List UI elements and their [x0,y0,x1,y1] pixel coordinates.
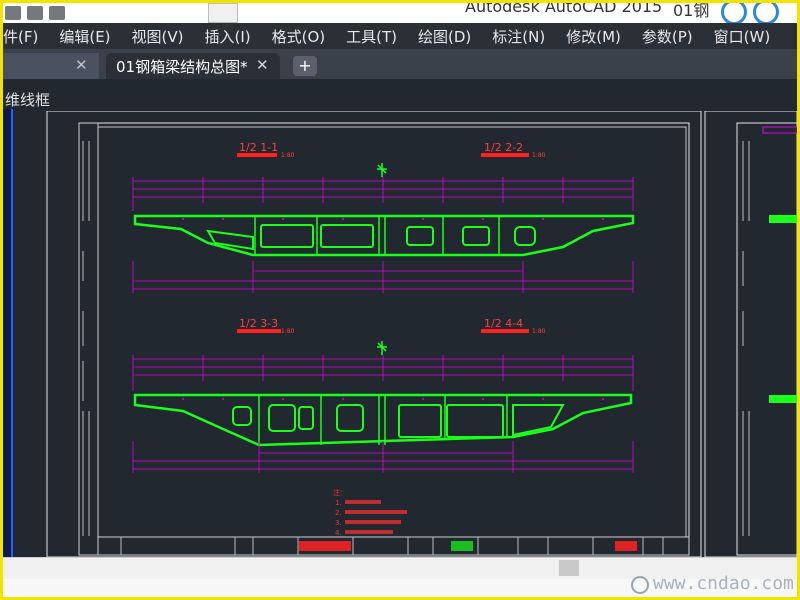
section-title: 1/2 2-2 [484,141,523,154]
section-title: 1/2 1-1 [239,141,278,154]
menu-insert[interactable]: 插入(I) [205,26,251,47]
centerline-symbol [377,163,387,177]
menu-view[interactable]: 视图(V) [132,26,184,47]
workspace-dropdown[interactable] [208,3,238,23]
section-row-1: 1/2 1-1 1:80 1/2 2-2 1:80 [132,141,635,293]
note-item: 4. [335,529,342,537]
drawing-notes: 注： 1. 2. 3. 4. [333,488,407,537]
tab-label: 01钢箱梁结构总图* [116,58,248,76]
note-item: 1. [335,499,342,507]
centerline-symbol [377,341,387,355]
visual-style-label[interactable]: 维线框 [5,89,50,110]
dimension-lines-bottom [132,441,634,473]
section-scale: 1:80 [532,152,546,159]
cad-drawing[interactable]: 1/2 1-1 1:80 1/2 2-2 1:80 1/2 3-3 1:80 1… [3,111,797,557]
section-title-bar [237,329,281,333]
title-block-drawing-name [299,541,351,551]
menu-window[interactable]: 窗口(W) [714,26,771,47]
title-block-sheet-number [615,541,637,551]
stiffener-dots [182,218,604,220]
title-bar: Autodesk AutoCAD 2015 01钢 [3,0,797,25]
note-heading: 注： [333,488,347,497]
menu-dimension[interactable]: 标注(N) [492,26,545,47]
section-title-bar [481,329,529,333]
adjacent-sheet-inner [736,122,797,556]
box-cells [232,404,565,438]
section-scale: 1:80 [532,328,546,335]
section-title-bar [237,153,277,157]
title-block-cells [120,537,664,555]
close-icon[interactable]: ✕ [75,56,88,74]
app-window: Autodesk AutoCAD 2015 01钢 件(F) 编辑(E) 视图(… [0,0,800,600]
app-title: Autodesk AutoCAD 2015 [465,0,663,16]
tab-active-drawing[interactable]: 01钢箱梁结构总图* ✕ [106,53,280,79]
undo-icon[interactable] [49,6,65,20]
box-cells [206,224,536,251]
sheet-border-outer [46,111,702,557]
menu-draw[interactable]: 绘图(D) [418,26,471,47]
scrollbar-thumb[interactable] [559,560,579,576]
file-tab-bar: ✕ 01钢箱梁结构总图* ✕ + [3,49,797,79]
section-title: 1/2 3-3 [239,317,278,330]
side-title-text [82,141,90,536]
menu-tools[interactable]: 工具(T) [346,26,397,47]
section-scale: 1:80 [281,328,295,335]
watermark-logo-icon [631,576,649,594]
stiffener-dots [182,398,604,400]
close-icon[interactable]: ✕ [256,56,269,74]
quick-access-toolbar [5,3,125,23]
watermark-text: www.cndao.com [653,573,794,594]
sheet-inner-border [97,126,687,538]
menu-file[interactable]: 件(F) [3,26,38,47]
adjacent-sheet-border [704,111,797,557]
adjacent-sheet-fragments [762,126,797,403]
dimension-lines-top [132,355,634,391]
section-row-2: 1/2 3-3 1:80 1/2 4-4 1:80 [132,317,634,473]
title-block [97,536,690,556]
open-icon[interactable] [5,6,21,20]
sheet-border [78,122,690,556]
file-title: 01钢 [673,1,710,20]
section-title: 1/2 4-4 [484,317,523,330]
save-icon[interactable] [27,6,43,20]
section-scale: 1:80 [281,152,295,159]
new-tab-button[interactable]: + [293,56,317,76]
tab-previous[interactable]: ✕ [3,53,99,79]
dimension-lines-bottom [132,261,634,293]
menu-bar: 件(F) 编辑(E) 视图(V) 插入(I) 格式(O) 工具(T) 绘图(D)… [3,23,797,49]
adjacent-side-text [742,141,750,536]
search-icon[interactable] [721,3,747,25]
box-girder-outline [133,393,633,447]
dimension-lines-top [132,177,634,211]
menu-format[interactable]: 格式(O) [272,26,326,47]
menu-edit[interactable]: 编辑(E) [59,26,110,47]
menu-parametric[interactable]: 参数(P) [642,26,693,47]
note-item: 2. [335,509,342,517]
sign-in-icon[interactable] [753,3,779,25]
note-item: 3. [335,519,342,527]
title-block-signature [451,541,473,551]
section-title-bar [481,153,529,157]
menu-modify[interactable]: 修改(M) [566,26,621,47]
